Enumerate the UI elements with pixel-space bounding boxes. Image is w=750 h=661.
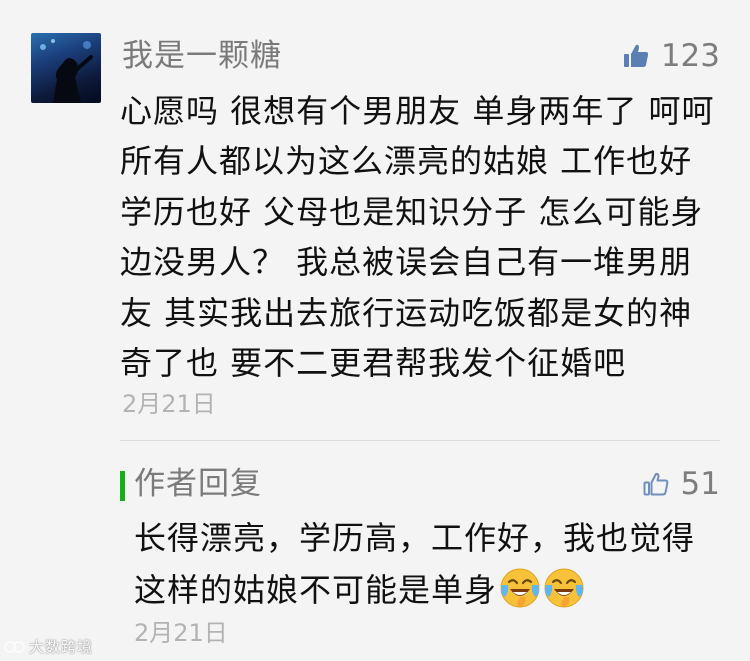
reply-accent-bar [120, 471, 125, 501]
laughing-tears-emoji-icon [500, 568, 540, 608]
reply-like-button[interactable]: 51 [643, 462, 720, 506]
avatar-image [40, 39, 93, 103]
divider [120, 440, 720, 441]
comment-date: 2月21日 [122, 390, 216, 418]
thumbs-up-filled-icon [623, 44, 648, 67]
comment-nickname[interactable]: 我是一颗糖 [122, 34, 282, 78]
comment-like-count: 123 [660, 38, 720, 74]
comment-like-button[interactable]: 123 [623, 34, 720, 78]
reply-like-count: 51 [680, 466, 720, 502]
avatar[interactable] [31, 33, 101, 103]
reply-date: 2月21日 [134, 619, 228, 647]
reply-text: 长得漂亮，学历高，工作好，我也觉得这样的姑娘不可能是单身 [134, 519, 696, 609]
watermark: 大数跨境 [4, 636, 93, 657]
watermark-text: 大数跨境 [29, 638, 94, 656]
watermark-logo-icon [4, 640, 25, 653]
laughing-tears-emoji-icon [544, 568, 584, 608]
reply-content: 长得漂亮，学历高，工作好，我也觉得这样的姑娘不可能是单身 [134, 512, 724, 616]
author-reply-label: 作者回复 [134, 466, 262, 502]
comment-content: 心愿吗 很想有个男朋友 单身两年了 呵呵 所有人都以为这么漂亮的姑娘 工作也好学… [120, 92, 715, 383]
thumbs-up-outline-icon [643, 472, 668, 496]
